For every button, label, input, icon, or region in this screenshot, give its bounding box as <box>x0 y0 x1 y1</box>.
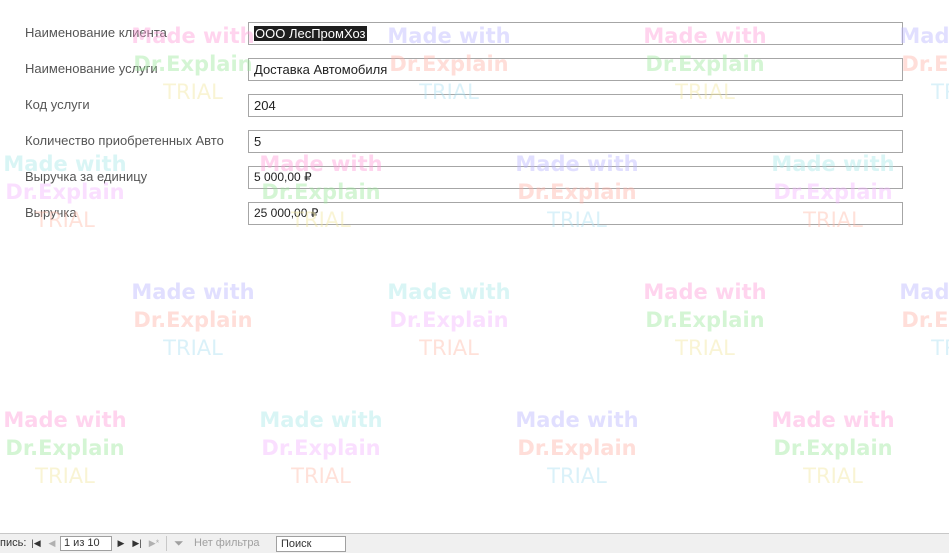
label-revenue-per-unit: Выручка за единицу <box>25 169 148 184</box>
watermark: Made withDr.ExplainTRIAL <box>771 408 895 488</box>
new-record-icon[interactable]: ▶* <box>148 536 160 551</box>
navbar-divider <box>166 536 167 551</box>
record-position-input[interactable]: 1 из 10 <box>60 536 112 551</box>
service-name-field[interactable]: Доставка Автомобиля <box>248 58 903 81</box>
watermark: Made withDr.ExplainTRIAL <box>259 408 383 488</box>
watermark: Made withDr.ExplainTRIAL <box>3 408 127 488</box>
label-cars-purchased: Количество приобретенных Авто <box>25 133 224 148</box>
watermark: Made withDr.ExplainTRIAL <box>131 280 255 360</box>
revenue-field[interactable]: 25 000,00 ₽ <box>248 202 903 225</box>
funnel-icon[interactable]: ⏷ <box>174 536 184 551</box>
client-name-field[interactable]: ООО ЛесПромХоз <box>248 22 903 45</box>
label-revenue: Выручка <box>25 205 77 220</box>
cars-purchased-field[interactable]: 5 <box>248 130 903 153</box>
first-record-icon[interactable]: |◀ <box>30 536 42 551</box>
watermark: Made withDr.ExplainTRIAL <box>899 280 949 360</box>
last-record-icon[interactable]: ▶| <box>131 536 143 551</box>
watermark: Made withDr.ExplainTRIAL <box>387 280 511 360</box>
service-code-field[interactable]: 204 <box>248 94 903 117</box>
previous-record-icon[interactable]: ◀ <box>46 536 58 551</box>
navbar-label: пись: <box>0 537 27 549</box>
watermark: Made withDr.ExplainTRIAL <box>515 408 639 488</box>
record-navigation-bar: пись: |◀ ◀ 1 из 10 ▶ ▶| ▶* ⏷ Нет фильтра… <box>0 533 949 553</box>
label-service-code: Код услуги <box>25 97 90 112</box>
watermark: Made withDr.ExplainTRIAL <box>643 280 767 360</box>
no-filter-label[interactable]: Нет фильтра <box>194 536 260 551</box>
next-record-icon[interactable]: ▶ <box>115 536 127 551</box>
client-name-value: ООО ЛесПромХоз <box>254 26 367 41</box>
search-input[interactable]: Поиск <box>276 536 346 552</box>
revenue-per-unit-field[interactable]: 5 000,00 ₽ <box>248 166 903 189</box>
label-service-name: Наименование услуги <box>25 61 158 76</box>
label-client-name: Наименование клиента <box>25 25 167 40</box>
watermark: Made withDr.ExplainTRIAL <box>899 24 949 104</box>
